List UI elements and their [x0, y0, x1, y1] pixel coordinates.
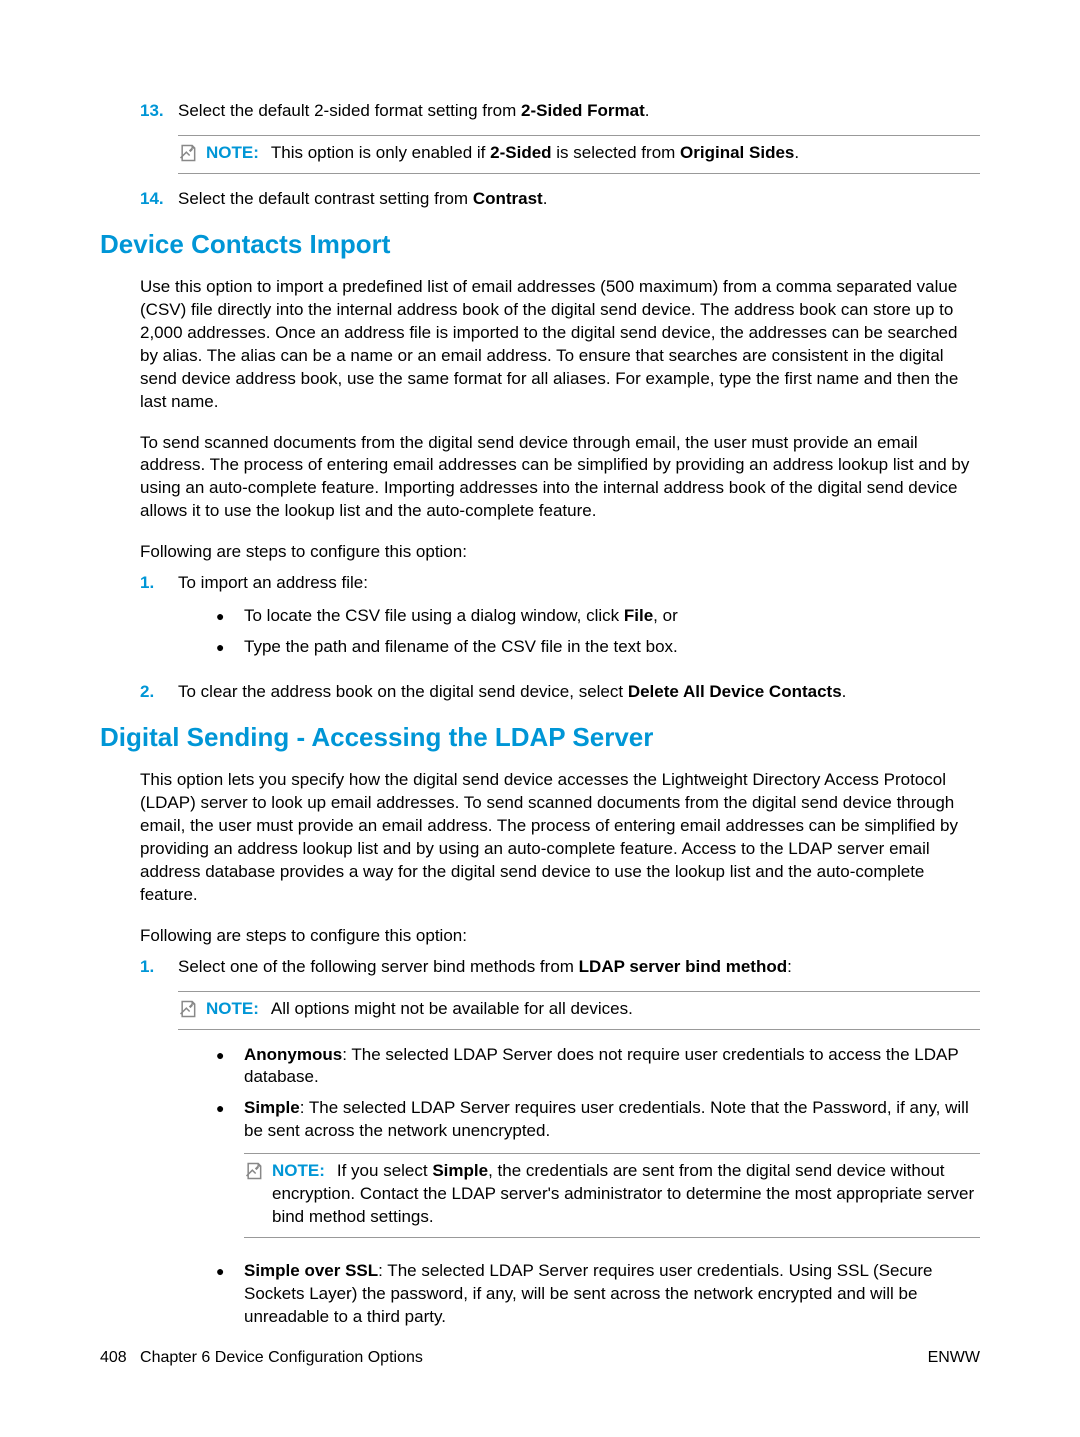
bullet-text: To locate the CSV file using a dialog wi…	[244, 605, 980, 628]
step-number: 1.	[140, 572, 178, 669]
bullet-text: Anonymous: The selected LDAP Server does…	[244, 1044, 980, 1090]
step-1: 1. To import an address file: ● To locat…	[140, 572, 980, 669]
paragraph: Following are steps to configure this op…	[140, 541, 980, 564]
step-2: 2. To clear the address book on the digi…	[140, 681, 980, 704]
bullet-list: ● Anonymous: The selected LDAP Server do…	[178, 1044, 980, 1329]
text: To import an address file:	[178, 573, 368, 592]
paragraph: Following are steps to configure this op…	[140, 925, 980, 948]
text: : The selected LDAP Server does not requ…	[244, 1045, 958, 1087]
main-content: 13. Select the default 2-sided format se…	[100, 100, 980, 1329]
bullet-dot: ●	[216, 605, 244, 628]
bold: Contrast	[473, 189, 543, 208]
text: Select one of the following server bind …	[178, 957, 579, 976]
list-item: ● Simple: The selected LDAP Server requi…	[216, 1097, 980, 1252]
note-label: NOTE:	[206, 142, 259, 165]
bold: Simple over SSL	[244, 1261, 378, 1280]
ordered-list: 1. To import an address file: ● To locat…	[140, 572, 980, 704]
note-icon	[178, 999, 200, 1019]
step-text: To clear the address book on the digital…	[178, 681, 980, 704]
step-text: Select the default contrast setting from…	[178, 188, 980, 211]
step-number: 14.	[140, 188, 178, 211]
bold: File	[624, 606, 653, 625]
note-text: NOTE:If you select Simple, the credentia…	[272, 1160, 980, 1229]
footer-right: ENWW	[928, 1347, 980, 1369]
heading-device-contacts-import: Device Contacts Import	[100, 227, 980, 262]
step-number: 1.	[140, 956, 178, 979]
bullet-text: Type the path and filename of the CSV fi…	[244, 636, 980, 659]
bold: LDAP server bind method	[579, 957, 787, 976]
page-footer: 408 Chapter 6 Device Configuration Optio…	[100, 1347, 980, 1369]
bullet-dot: ●	[216, 1260, 244, 1329]
bold: Original Sides	[680, 143, 794, 162]
note-block: NOTE:If you select Simple, the credentia…	[244, 1153, 980, 1238]
bold: 2-Sided	[490, 143, 551, 162]
step-13: 13. Select the default 2-sided format se…	[140, 100, 980, 123]
text: To clear the address book on the digital…	[178, 682, 628, 701]
step-14: 14. Select the default contrast setting …	[140, 188, 980, 211]
bullet-text: Simple over SSL: The selected LDAP Serve…	[244, 1260, 980, 1329]
step-text: Select one of the following server bind …	[178, 956, 980, 979]
text: To locate the CSV file using a dialog wi…	[244, 606, 624, 625]
bullet-dot: ●	[216, 636, 244, 659]
step-number: 2.	[140, 681, 178, 704]
note-text: This option is only enabled if 2-Sided i…	[271, 142, 980, 165]
note-block: NOTE: All options might not be available…	[178, 991, 980, 1030]
paragraph: This option lets you specify how the dig…	[140, 769, 980, 907]
list-item: ● To locate the CSV file using a dialog …	[216, 605, 980, 628]
text: Select the default 2-sided format settin…	[178, 101, 521, 120]
note-block: NOTE: This option is only enabled if 2-S…	[178, 135, 980, 174]
step-text: Select the default 2-sided format settin…	[178, 100, 980, 123]
paragraph: To send scanned documents from the digit…	[140, 432, 980, 524]
bullet-dot: ●	[216, 1044, 244, 1090]
page-number: 408	[100, 1349, 127, 1366]
text: .	[794, 143, 799, 162]
bullet-dot: ●	[216, 1097, 244, 1252]
text: This option is only enabled if	[271, 143, 490, 162]
bold: Delete All Device Contacts	[628, 682, 842, 701]
note-text: All options might not be available for a…	[271, 998, 980, 1021]
chapter-title: Chapter 6 Device Configuration Options	[140, 1349, 423, 1366]
page: 13. Select the default 2-sided format se…	[0, 0, 1080, 1437]
bold: Simple	[432, 1161, 488, 1180]
list-item: ● Anonymous: The selected LDAP Server do…	[216, 1044, 980, 1090]
text: .	[645, 101, 650, 120]
text: .	[842, 682, 847, 701]
list-item: ● Type the path and filename of the CSV …	[216, 636, 980, 659]
bold: 2-Sided Format	[521, 101, 645, 120]
step-1-ldap: 1. Select one of the following server bi…	[140, 956, 980, 979]
bold: Anonymous	[244, 1045, 342, 1064]
step-text: To import an address file: ● To locate t…	[178, 572, 980, 669]
note-label: NOTE:	[272, 1161, 325, 1180]
step-number: 13.	[140, 100, 178, 123]
footer-left: 408 Chapter 6 Device Configuration Optio…	[100, 1347, 423, 1369]
bold: Simple	[244, 1098, 300, 1117]
heading-digital-sending-ldap: Digital Sending - Accessing the LDAP Ser…	[100, 720, 980, 755]
paragraph: Use this option to import a predefined l…	[140, 276, 980, 414]
text: is selected from	[552, 143, 681, 162]
bullet-text: Simple: The selected LDAP Server require…	[244, 1097, 980, 1252]
text: .	[543, 189, 548, 208]
text: Select the default contrast setting from	[178, 189, 473, 208]
text: : The selected LDAP Server requires user…	[244, 1098, 969, 1140]
list-item: ● Simple over SSL: The selected LDAP Ser…	[216, 1260, 980, 1329]
bullet-list: ● To locate the CSV file using a dialog …	[178, 605, 980, 659]
text: If you select	[337, 1161, 432, 1180]
note-icon	[244, 1161, 266, 1181]
note-label: NOTE:	[206, 998, 259, 1021]
text: , or	[653, 606, 678, 625]
note-icon	[178, 143, 200, 163]
text: :	[787, 957, 792, 976]
